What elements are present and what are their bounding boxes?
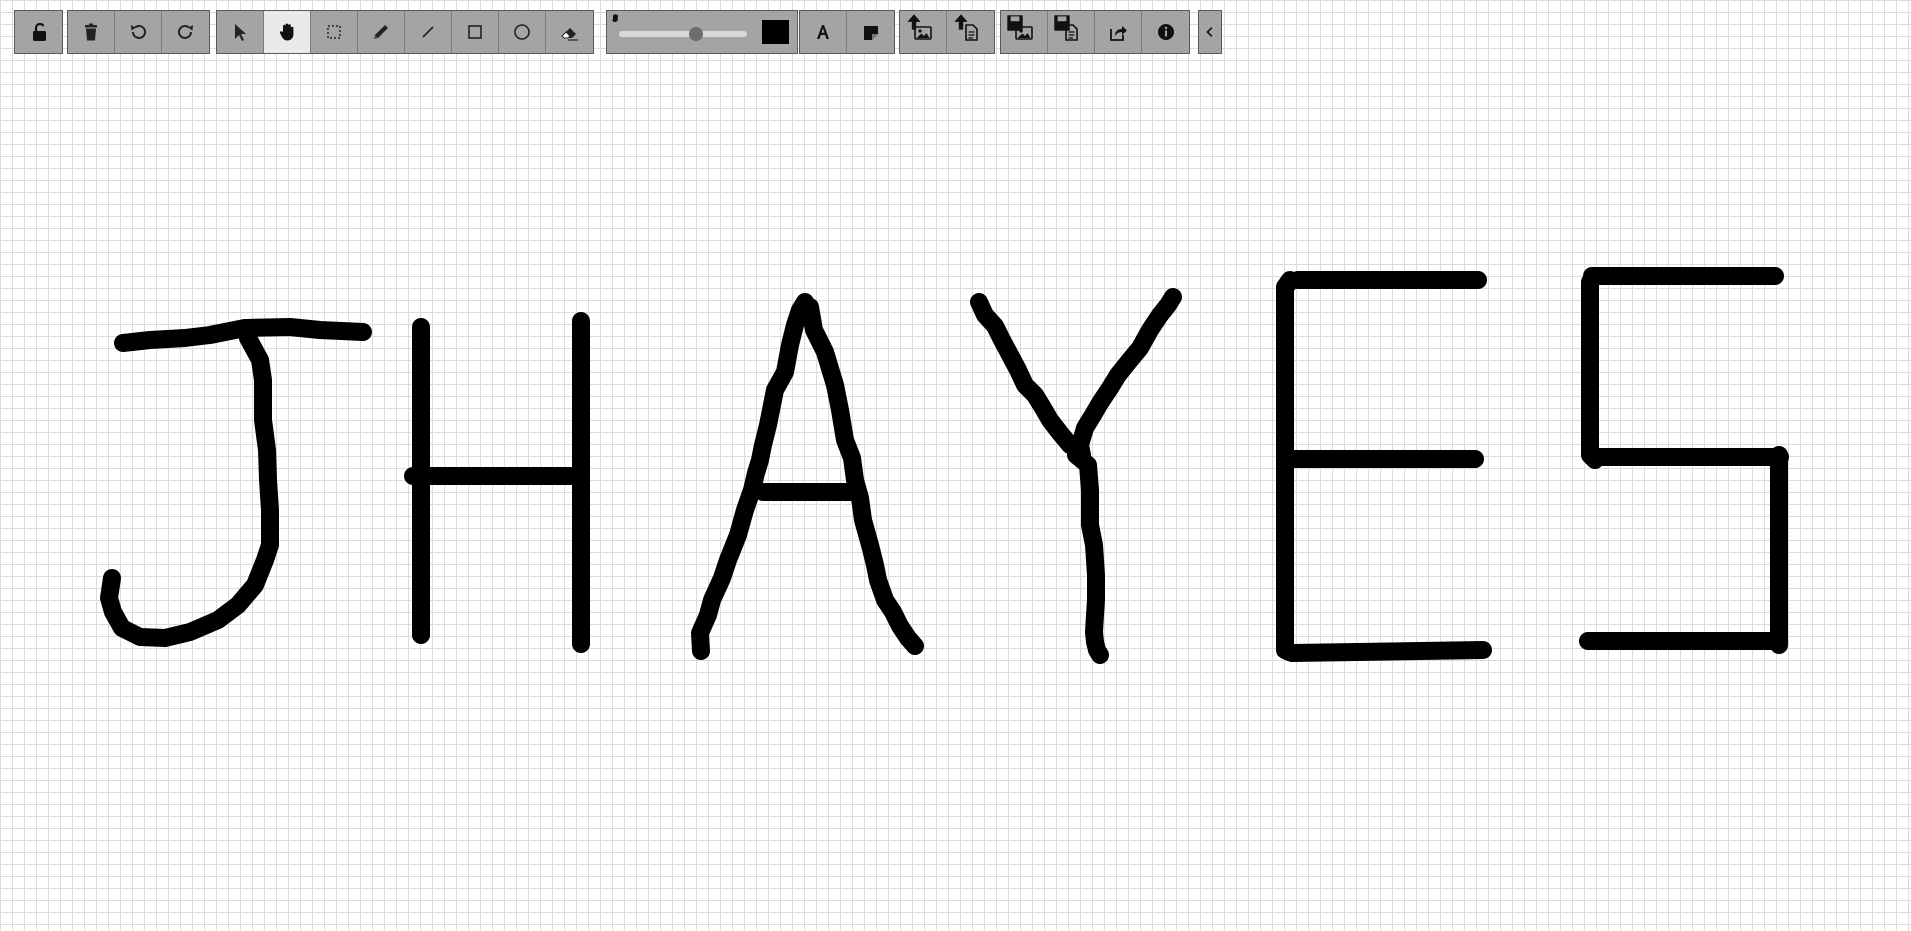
toolbar-group-annotate xyxy=(799,10,895,54)
save-badge-icon-2 xyxy=(1054,15,1070,31)
toolbar-group-history xyxy=(67,10,210,54)
hand-mini-icon xyxy=(612,14,618,22)
clear-board-button[interactable] xyxy=(68,11,115,53)
save-badge-icon xyxy=(1007,15,1023,31)
toolbar-group-lock xyxy=(14,10,63,54)
circle-tool-button[interactable] xyxy=(499,11,546,53)
stroke-size-slider-track[interactable] xyxy=(619,31,747,37)
stroke-letter-a-left xyxy=(691,293,814,660)
upload-arrow-icon-2 xyxy=(954,14,968,30)
share-icon xyxy=(1110,26,1127,41)
hand-icon xyxy=(279,23,294,41)
pointer-icon xyxy=(235,24,246,41)
toolbar-group-collapse xyxy=(1198,10,1222,54)
stroke-letter-s-left xyxy=(1581,273,1604,469)
redo-icon xyxy=(177,24,193,39)
stroke-letter-y-left xyxy=(970,293,1079,454)
trash-icon xyxy=(85,23,97,41)
eraser-icon xyxy=(560,28,578,41)
collapse-icon xyxy=(1206,26,1213,38)
text-icon xyxy=(817,25,829,39)
stroke-letter-e-bottom xyxy=(1283,641,1492,662)
upload-image-button[interactable] xyxy=(900,11,947,53)
sticky-note-button[interactable] xyxy=(847,11,894,53)
stroke-color-swatch[interactable] xyxy=(762,20,789,44)
toolbar-group-stroke xyxy=(606,10,798,54)
toolbar-group-upload xyxy=(899,10,995,54)
stroke-size-slider-thumb[interactable] xyxy=(688,27,703,41)
circle-icon xyxy=(514,24,530,40)
info-button[interactable] xyxy=(1142,11,1189,53)
rectangle-tool-button[interactable] xyxy=(452,11,499,53)
share-button[interactable] xyxy=(1095,11,1142,53)
handwritten-strokes xyxy=(100,267,1789,664)
undo-button[interactable] xyxy=(115,11,162,53)
pan-tool-button[interactable] xyxy=(264,11,311,53)
stroke-size-control[interactable] xyxy=(607,11,797,53)
stroke-letter-j-stem xyxy=(100,329,279,647)
text-tool-button[interactable] xyxy=(800,11,847,53)
stroke-letter-y-stem xyxy=(1067,446,1109,664)
info-icon xyxy=(1157,24,1174,40)
marquee-select-button[interactable] xyxy=(311,11,358,53)
line-tool-button[interactable] xyxy=(405,11,452,53)
toolbar-group-export xyxy=(1000,10,1190,54)
drawing-canvas[interactable] xyxy=(0,0,1911,931)
redo-button[interactable] xyxy=(162,11,209,53)
upload-arrow-icon xyxy=(907,14,921,30)
toolbar-group-tools xyxy=(216,10,594,54)
marquee-select-icon xyxy=(327,25,341,39)
rectangle-icon xyxy=(468,25,482,39)
line-icon xyxy=(422,26,434,38)
select-tool-button[interactable] xyxy=(217,11,264,53)
unlock-icon xyxy=(32,22,46,41)
sticky-note-icon xyxy=(863,26,878,40)
eraser-tool-button[interactable] xyxy=(546,11,593,53)
undo-icon xyxy=(131,24,146,39)
save-image-button[interactable] xyxy=(1001,11,1048,53)
stroke-letter-y-right xyxy=(1071,288,1182,464)
stroke-letter-a-right xyxy=(801,298,924,655)
save-document-button[interactable] xyxy=(1048,11,1095,53)
unlock-button[interactable] xyxy=(15,11,62,53)
collapse-toolbar-button[interactable] xyxy=(1199,11,1221,53)
upload-document-button[interactable] xyxy=(947,11,994,53)
pencil-icon xyxy=(374,25,388,39)
pencil-tool-button[interactable] xyxy=(358,11,405,53)
